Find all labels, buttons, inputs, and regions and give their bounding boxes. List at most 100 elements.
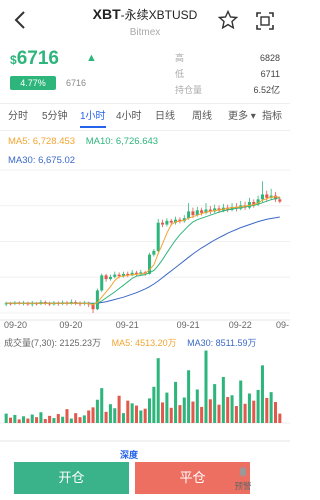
stat-low: 低 6711 — [175, 69, 280, 79]
ma5-line — [6, 196, 280, 306]
volume-bar — [204, 350, 208, 423]
x-tick-label: 09-20 — [4, 320, 27, 330]
volume-bar — [69, 418, 73, 423]
candle-body — [108, 276, 112, 280]
back-icon[interactable] — [10, 9, 32, 31]
tab-more[interactable]: 更多 ▾ — [228, 108, 256, 126]
tab-week[interactable]: 周线 — [192, 108, 212, 126]
candle-body — [95, 290, 99, 310]
secondary-price: 6716 — [66, 78, 87, 88]
depth-link[interactable]: 深度 — [120, 448, 138, 461]
candle-body — [165, 220, 169, 225]
volume-bar — [278, 413, 282, 423]
volume-bar — [39, 412, 43, 423]
stats-panel: 高 6828 低 6711 持仓量 6.52亿 — [175, 50, 280, 98]
candle-body — [156, 222, 160, 251]
timeframe-tabs: 分时 5分钟 1小时 4小时 日线 周线 更多 ▾ 指标 — [0, 108, 290, 130]
volume-bar — [273, 401, 278, 423]
volume-bar — [165, 392, 169, 423]
volume-bar — [265, 397, 269, 423]
volume-bar — [182, 397, 186, 423]
page-title: XBT-永续XBTUSD — [92, 6, 198, 22]
x-tick-label: 09-21 — [177, 320, 200, 330]
volume-bar — [269, 392, 273, 423]
x-tick-label: 09-21 — [116, 320, 139, 330]
volume-bar — [22, 416, 26, 423]
price-chart[interactable]: 09-20 09-20 09-21 09-21 09-22 09- — [0, 130, 290, 330]
top-bar: XBT-永续XBTUSD Bitmex — [0, 0, 290, 46]
candle-body — [260, 194, 264, 200]
volume-bar — [56, 414, 60, 423]
tab-4hour[interactable]: 4小时 — [116, 108, 142, 126]
alert-label: 预警 — [234, 481, 252, 491]
scan-icon[interactable] — [256, 12, 274, 30]
volume-bar — [260, 365, 264, 423]
candle-body — [117, 274, 121, 277]
volume-bar — [239, 380, 243, 423]
volume-bar — [130, 403, 134, 423]
tab-time[interactable]: 分时 — [8, 108, 28, 126]
volume-bar — [187, 370, 191, 423]
tab-indicators[interactable]: 指标 — [262, 108, 282, 126]
volume-bar — [200, 406, 204, 423]
volume-bar — [256, 389, 260, 423]
volume-bar — [195, 389, 199, 423]
volume-bar — [126, 400, 130, 423]
bell-icon — [239, 467, 247, 478]
volume-bar — [169, 407, 173, 423]
volume-bar — [156, 358, 160, 423]
candle-body — [104, 275, 108, 280]
tab-day[interactable]: 日线 — [155, 108, 175, 126]
candle-body — [113, 274, 117, 277]
volume-bar — [78, 417, 82, 423]
volume-bar — [17, 419, 21, 423]
ma10-line — [6, 197, 280, 305]
divider — [0, 103, 290, 104]
volume-chart[interactable] — [0, 345, 290, 445]
ma30-line — [6, 216, 280, 304]
volume-bar — [13, 414, 17, 423]
star-icon[interactable] — [217, 9, 239, 30]
volume-bar — [74, 413, 78, 423]
volume-bar — [208, 399, 212, 423]
candle-body — [161, 222, 165, 225]
volume-bar — [108, 404, 112, 423]
alert-button[interactable]: 预警 — [228, 462, 258, 496]
volume-bar — [217, 404, 221, 423]
volume-bar — [178, 405, 182, 423]
stat-high: 高 6828 — [175, 53, 280, 63]
volume-bar — [61, 416, 65, 423]
change-percent-badge: 4.77% — [10, 76, 56, 90]
volume-bar — [139, 410, 143, 423]
volume-bar — [100, 388, 104, 423]
volume-bar — [234, 406, 238, 423]
volume-bar — [191, 401, 195, 423]
volume-bar — [65, 409, 69, 423]
volume-bar — [247, 393, 251, 423]
candle-body — [200, 210, 204, 213]
volume-bar — [48, 415, 52, 423]
stat-open-interest: 持仓量 6.52亿 — [175, 85, 280, 95]
x-tick-label: 09-22 — [229, 320, 252, 330]
volume-bar — [91, 407, 95, 423]
volume-bar — [147, 398, 152, 423]
volume-bar — [243, 403, 247, 423]
volume-bar — [113, 408, 117, 423]
volume-bar — [143, 408, 147, 423]
volume-bar — [82, 415, 86, 423]
candle-body — [278, 199, 282, 202]
volume-bar — [8, 417, 13, 423]
tab-1hour[interactable]: 1小时 — [80, 108, 106, 126]
open-position-button[interactable]: 开仓 — [14, 462, 129, 494]
x-tick-label: 09-20 — [59, 320, 82, 330]
volume-bar — [152, 386, 156, 423]
tab-5min[interactable]: 5分钟 — [42, 108, 68, 126]
last-price: $6716 — [10, 48, 59, 69]
candle-body — [187, 211, 191, 219]
volume-bar — [174, 381, 178, 423]
volume-bar — [134, 405, 139, 423]
volume-bar — [26, 418, 30, 423]
volume-bar — [35, 417, 39, 423]
title-subtitle: -永续XBTUSD — [120, 8, 198, 22]
volume-bar — [121, 413, 125, 423]
